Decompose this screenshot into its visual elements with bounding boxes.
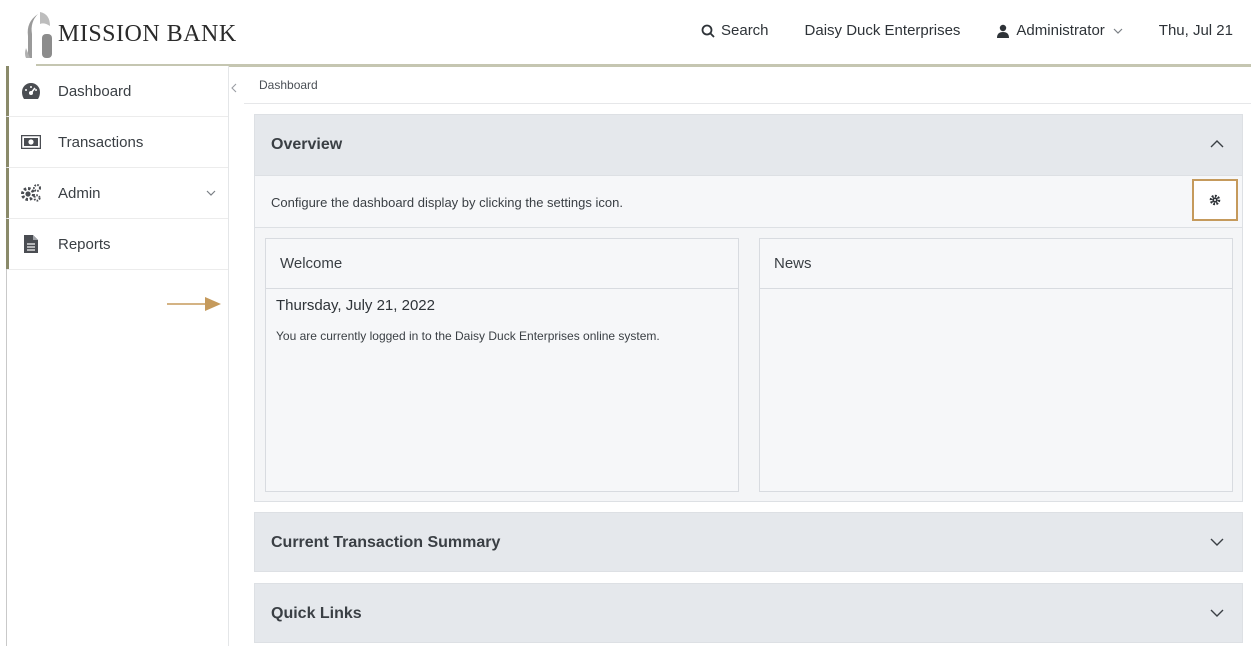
money-bill-icon (20, 131, 42, 153)
config-instructions: Configure the dashboard display by click… (271, 195, 623, 210)
active-indicator (6, 66, 9, 116)
logo-text: MISSION BANK (58, 20, 237, 47)
chevron-up-icon (1210, 140, 1224, 148)
welcome-date: Thursday, July 21, 2022 (276, 297, 435, 314)
mission-bank-logo-icon (25, 12, 52, 58)
chevron-left-icon (231, 83, 237, 93)
top-nav: Search Daisy Duck Enterprises Administra… (701, 22, 1233, 39)
panel-title: Overview (271, 136, 343, 153)
current-date: Thu, Jul 21 (1159, 22, 1233, 39)
quick-links-panel: Quick Links (254, 583, 1243, 643)
overview-panel: Overview Configure the dashboard display… (254, 114, 1243, 502)
chevron-down-icon (1210, 538, 1224, 546)
section-indicator (6, 219, 9, 269)
card-title: News (774, 255, 812, 272)
user-icon (997, 24, 1010, 38)
transaction-summary-panel: Current Transaction Summary (254, 512, 1243, 572)
chevron-down-icon (1113, 28, 1123, 34)
sidebar-item-transactions[interactable]: Transactions (6, 117, 228, 168)
config-row: Configure the dashboard display by click… (255, 176, 1242, 228)
overview-panel-header[interactable]: Overview (255, 115, 1242, 175)
bank-logo[interactable]: MISSION BANK (20, 8, 237, 60)
search-label: Search (721, 22, 769, 39)
transaction-summary-header[interactable]: Current Transaction Summary (255, 513, 1242, 573)
gears-icon (20, 182, 42, 204)
chevron-down-icon[interactable] (206, 188, 216, 198)
card-title: Welcome (280, 255, 343, 272)
sidebar-item-reports[interactable]: Reports (6, 219, 228, 270)
dashboard-settings-button[interactable] (1192, 179, 1238, 221)
date-label: Thu, Jul 21 (1158, 22, 1233, 39)
news-card: News (759, 238, 1233, 492)
sidebar-item-dashboard[interactable]: Dashboard (6, 66, 228, 117)
quick-links-header[interactable]: Quick Links (255, 584, 1242, 644)
app-header: MISSION BANK Search Daisy Duck Enterpris… (0, 0, 1251, 66)
welcome-card: Welcome Thursday, July 21, 2022 You are … (265, 238, 739, 492)
section-indicator (6, 117, 9, 167)
news-card-header: News (760, 239, 1232, 289)
welcome-message: You are currently logged in to the Daisy… (276, 329, 660, 343)
search-button[interactable]: Search (701, 22, 769, 39)
overview-body: Configure the dashboard display by click… (255, 175, 1242, 501)
sidebar-item-admin[interactable]: Admin (6, 168, 228, 219)
panel-title: Quick Links (271, 605, 362, 622)
breadcrumb-divider (244, 103, 1251, 104)
gear-icon (1209, 194, 1221, 206)
company-selector[interactable]: Daisy Duck Enterprises (805, 22, 961, 39)
sidebar-collapse-button[interactable] (229, 80, 239, 96)
chevron-down-icon (1210, 609, 1224, 617)
sidebar: Dashboard Transactions Admin Reports (6, 66, 229, 646)
section-indicator (6, 168, 9, 218)
panel-title: Current Transaction Summary (271, 534, 501, 551)
user-menu[interactable]: Administrator (996, 22, 1123, 39)
sidebar-item-label: Reports (58, 235, 111, 253)
welcome-card-header: Welcome (266, 239, 738, 289)
search-icon (701, 24, 715, 38)
sidebar-item-label: Transactions (58, 133, 144, 151)
document-icon (20, 233, 42, 255)
company-name: Daisy Duck Enterprises (804, 22, 961, 39)
sidebar-item-label: Admin (58, 184, 101, 202)
sidebar-item-label: Dashboard (58, 82, 132, 100)
pointer-arrow-icon (167, 297, 221, 311)
breadcrumb: Dashboard (259, 78, 318, 92)
dashboard-gauge-icon (20, 80, 42, 102)
user-name: Administrator (1016, 22, 1105, 39)
